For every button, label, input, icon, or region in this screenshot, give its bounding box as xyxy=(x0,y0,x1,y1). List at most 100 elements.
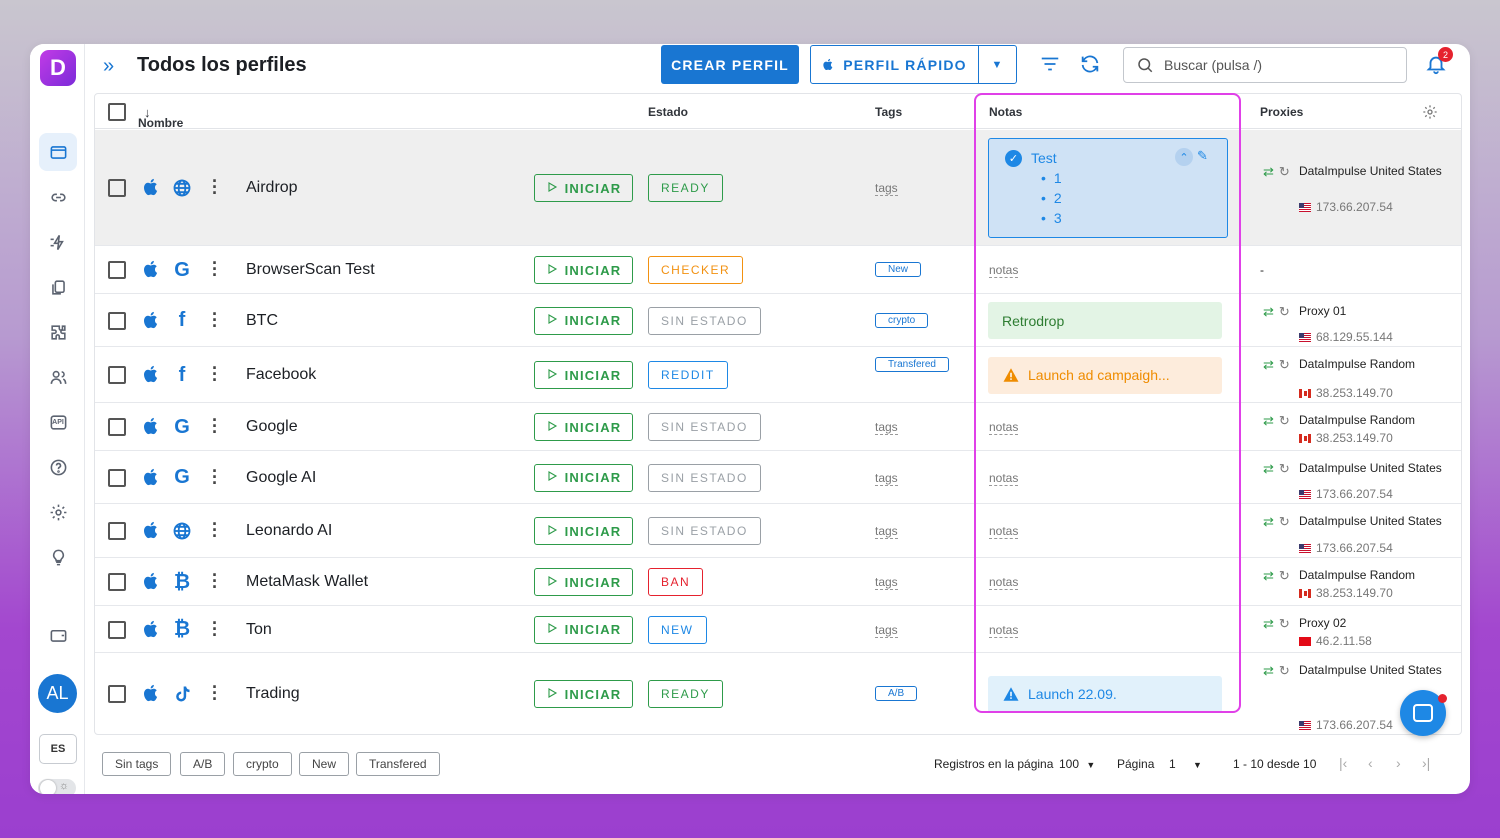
table-row[interactable]: f · · · BTC INICIAR SIN ESTADO crypto Retrodrop ⇄… xyxy=(95,294,1461,347)
quick-profile-button[interactable]: PERFIL RÁPIDO ▼ xyxy=(810,45,1017,84)
link-icon[interactable] xyxy=(39,178,77,216)
row-checkbox[interactable] xyxy=(108,522,126,540)
table-row[interactable]: ₿ · · · Ton INICIAR NEW tags notas ⇄ ↻ Proxy 02 46.2… xyxy=(95,606,1461,653)
tags-link[interactable]: tags xyxy=(875,471,898,486)
column-name[interactable]: Nombre ↓ xyxy=(138,105,183,130)
row-menu-icon[interactable]: · · · xyxy=(212,411,218,441)
status-badge[interactable]: SIN ESTADO xyxy=(648,463,761,492)
row-checkbox[interactable] xyxy=(108,468,126,487)
swap-icon[interactable]: ⇄ xyxy=(1263,663,1274,679)
row-menu-icon[interactable]: · · · xyxy=(212,254,218,284)
chat-button[interactable] xyxy=(1400,690,1447,736)
language-button[interactable]: ES xyxy=(39,734,77,764)
notes-link[interactable]: notas xyxy=(989,264,1019,278)
notes-link[interactable]: notas xyxy=(989,471,1019,486)
status-badge[interactable]: READY xyxy=(648,174,723,202)
notifications-button[interactable]: 2 xyxy=(1425,47,1453,77)
wallet-icon[interactable] xyxy=(39,616,77,654)
refresh-icon[interactable] xyxy=(1079,53,1101,75)
row-menu-icon[interactable]: · · · xyxy=(212,515,218,545)
row-checkbox[interactable] xyxy=(108,418,126,436)
swap-icon[interactable]: ⇄ xyxy=(1263,413,1274,429)
table-row[interactable]: G · · · BrowserScan Test INICIAR CHECKER New not… xyxy=(95,246,1461,294)
copy-icon[interactable] xyxy=(39,268,77,306)
tags-link[interactable]: tags xyxy=(875,525,898,539)
start-button[interactable]: INICIAR xyxy=(534,256,633,284)
tag-filter-chip[interactable]: New xyxy=(299,752,350,776)
row-checkbox[interactable] xyxy=(108,366,126,384)
reload-icon[interactable]: ↻ xyxy=(1279,164,1290,180)
reload-icon[interactable]: ↻ xyxy=(1279,616,1290,632)
start-button[interactable]: INICIAR xyxy=(534,361,633,389)
row-menu-icon[interactable]: · · · xyxy=(212,305,218,335)
start-button[interactable]: INICIAR xyxy=(534,306,633,335)
expand-sidebar-icon[interactable]: » xyxy=(103,55,114,78)
row-menu-icon[interactable]: · · · xyxy=(212,614,218,644)
start-button[interactable]: INICIAR xyxy=(534,174,633,202)
reload-icon[interactable]: ↻ xyxy=(1279,568,1290,584)
row-checkbox[interactable] xyxy=(108,261,126,279)
swap-icon[interactable]: ⇄ xyxy=(1263,357,1274,373)
start-button[interactable]: INICIAR xyxy=(534,680,633,708)
table-row[interactable]: G · · · Google INICIAR SIN ESTADO tags notas ⇄ ↻ Da… xyxy=(95,403,1461,451)
status-badge[interactable]: READY xyxy=(648,680,723,708)
tags-link[interactable]: tags xyxy=(875,576,898,590)
chevron-down-icon[interactable]: ▼ xyxy=(978,46,1016,83)
filter-icon[interactable] xyxy=(1039,53,1061,75)
quick-profile-main[interactable]: PERFIL RÁPIDO xyxy=(811,46,978,83)
next-page-icon[interactable]: › xyxy=(1396,755,1401,771)
notes-link[interactable]: notas xyxy=(989,623,1019,638)
help-icon[interactable] xyxy=(39,448,77,486)
automation-icon[interactable] xyxy=(39,223,77,261)
start-button[interactable]: INICIAR xyxy=(534,463,633,492)
row-menu-icon[interactable]: · · · xyxy=(212,678,218,708)
reload-icon[interactable]: ↻ xyxy=(1279,413,1290,429)
tag-chip[interactable]: Transfered xyxy=(875,357,949,372)
reload-icon[interactable]: ↻ xyxy=(1279,304,1290,320)
table-row[interactable]: · · · Leonardo AI INICIAR SIN ESTADO tags notas… xyxy=(95,504,1461,558)
row-checkbox[interactable] xyxy=(108,685,126,703)
tags-link[interactable]: tags xyxy=(875,182,898,196)
theme-toggle[interactable]: ☼ xyxy=(38,779,76,794)
first-page-icon[interactable]: |‹ xyxy=(1339,755,1347,771)
row-checkbox[interactable] xyxy=(108,573,126,591)
table-row[interactable]: · · · Trading INICIAR READY A/B Launch 22.09. ⇄ ↻… xyxy=(95,653,1461,734)
notes-link[interactable]: notas xyxy=(989,525,1019,539)
status-badge[interactable]: SIN ESTADO xyxy=(648,306,761,335)
note-box[interactable]: Retrodrop xyxy=(988,302,1222,339)
status-badge[interactable]: NEW xyxy=(648,615,707,644)
status-badge[interactable]: REDDIT xyxy=(648,361,728,389)
column-settings-icon[interactable] xyxy=(1422,104,1438,120)
reload-icon[interactable]: ↻ xyxy=(1279,357,1290,373)
swap-icon[interactable]: ⇄ xyxy=(1263,568,1274,584)
last-page-icon[interactable]: ›| xyxy=(1422,755,1430,771)
tags-link[interactable]: tags xyxy=(875,623,898,638)
tag-chip[interactable]: A/B xyxy=(875,686,918,701)
status-badge[interactable]: BAN xyxy=(648,568,704,596)
start-button[interactable]: INICIAR xyxy=(534,413,633,441)
note-card[interactable]: ✓ Test • 1 • 2 • 3 ⌃ ✎ xyxy=(988,138,1228,238)
start-button[interactable]: INICIAR xyxy=(534,615,633,644)
per-page-select[interactable]: 100 ▼ xyxy=(1059,757,1095,771)
status-badge[interactable]: SIN ESTADO xyxy=(648,517,761,545)
collapse-icon[interactable]: ⌃ xyxy=(1175,148,1193,166)
app-logo[interactable]: D xyxy=(40,50,76,86)
row-menu-icon[interactable]: · · · xyxy=(212,566,218,596)
notes-link[interactable]: notas xyxy=(989,576,1019,590)
edit-icon[interactable]: ✎ xyxy=(1197,148,1208,164)
status-badge[interactable]: CHECKER xyxy=(648,256,744,284)
swap-icon[interactable]: ⇄ xyxy=(1263,304,1274,320)
tag-filter-chip[interactable]: crypto xyxy=(233,752,292,776)
create-profile-button[interactable]: CREAR PERFIL xyxy=(661,45,799,84)
row-menu-icon[interactable]: · · · xyxy=(212,462,218,492)
table-row[interactable]: · · · Airdrop INICIAR READY tags ✓ Test • 1 • 2 • 3 ⌃ ✎ ⇄… xyxy=(95,130,1461,246)
table-row[interactable]: f · · · Facebook INICIAR REDDIT Transfered Launc… xyxy=(95,347,1461,403)
start-button[interactable]: INICIAR xyxy=(534,517,633,545)
notes-link[interactable]: notas xyxy=(989,421,1019,435)
tag-chip[interactable]: crypto xyxy=(875,312,929,328)
reload-icon[interactable]: ↻ xyxy=(1279,461,1290,477)
profiles-icon[interactable] xyxy=(39,133,77,171)
search-input[interactable] xyxy=(1164,57,1384,73)
lightbulb-icon[interactable] xyxy=(39,538,77,576)
note-box[interactable]: Launch ad campaigh... xyxy=(988,356,1222,394)
